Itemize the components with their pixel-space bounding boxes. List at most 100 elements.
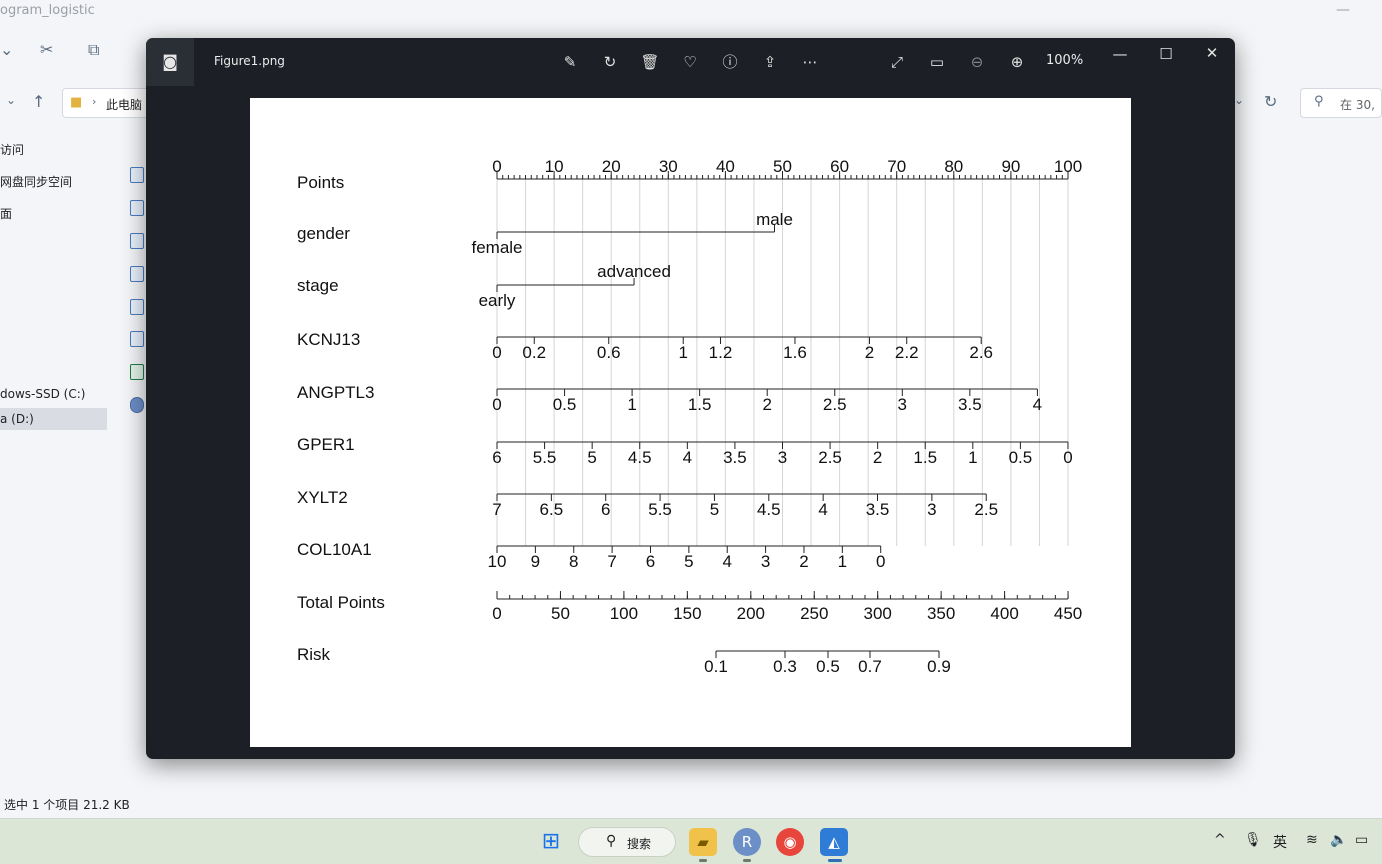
cut-icon[interactable]: ✂: [40, 40, 53, 59]
taskbar: ⊞ ⚲ 搜索 ▰ R ◉ ◭ ^ 🎙 英 ≋ 🔈 ▭: [0, 818, 1382, 864]
file-icon[interactable]: [130, 299, 144, 315]
tick-label: 1.6: [783, 343, 807, 362]
tick-label: 5: [710, 500, 719, 519]
viewer-toolbar: ◙ Figure1.png ✎ ↻ 🗑 ♡ ⓘ ⇪ ⋯ ⤢ ▭ ⊖ ⊕ 100%…: [146, 38, 1235, 86]
tick-label: 0.5: [553, 395, 577, 414]
file-icon[interactable]: [130, 331, 144, 347]
tick-label: 100: [610, 604, 638, 623]
tick-label: 2.2: [895, 343, 919, 362]
share-icon[interactable]: ⇪: [759, 51, 781, 73]
refresh-icon[interactable]: ↻: [1264, 92, 1277, 111]
tick-label: 7: [607, 552, 616, 571]
minimize-icon[interactable]: —: [1109, 43, 1131, 65]
tick-label: 4: [683, 448, 692, 467]
folder-icon: ■: [70, 95, 83, 110]
more-icon[interactable]: ⋯: [799, 51, 821, 73]
file-icon[interactable]: [130, 233, 144, 249]
tick-label: 1: [838, 552, 847, 571]
explorer-title: ogram_logistic: [0, 3, 95, 18]
tick-label: 300: [864, 604, 892, 623]
tick-label: 0.3: [773, 657, 797, 676]
excel-file-icon[interactable]: [130, 364, 144, 380]
row-label-total-points: Total Points: [297, 593, 385, 612]
nav-item-quick-access[interactable]: 访问: [0, 139, 107, 161]
row-label-kcnj13: KCNJ13: [297, 330, 360, 349]
tick-label: 0: [492, 604, 501, 623]
tick-label: 0.9: [927, 657, 951, 676]
tick-label: 50: [551, 604, 570, 623]
taskbar-search-label: 搜索: [627, 837, 652, 851]
chevron-icon[interactable]: ⌄: [0, 40, 13, 59]
edit-image-icon[interactable]: ✎: [559, 51, 581, 73]
rotate-icon[interactable]: ↻: [599, 51, 621, 73]
tick-label: 1: [627, 395, 636, 414]
breadcrumb-chevron-icon: ›: [92, 95, 97, 108]
tick-label: 4.5: [628, 448, 652, 467]
ime-indicator[interactable]: 英: [1273, 832, 1287, 852]
tick-label: 150: [673, 604, 701, 623]
breadcrumb-this-pc[interactable]: 此电脑: [106, 96, 142, 113]
tick-label: 6: [601, 500, 610, 519]
tick-label: 3.5: [723, 448, 747, 467]
r-icon[interactable]: R: [733, 828, 761, 856]
fullscreen-icon[interactable]: ⤢: [886, 51, 908, 73]
zoom-in-icon[interactable]: ⊕: [1006, 51, 1028, 73]
tick-label: female: [471, 238, 522, 257]
tick-label: 1.5: [913, 448, 937, 467]
start-icon[interactable]: ⊞: [537, 828, 565, 856]
battery-icon[interactable]: ▭: [1355, 832, 1368, 848]
chevron-up-icon[interactable]: ^: [1214, 832, 1226, 848]
close-icon[interactable]: ✕: [1201, 42, 1223, 64]
delete-icon[interactable]: 🗑: [639, 51, 661, 73]
wifi-icon[interactable]: ≋: [1306, 832, 1318, 848]
zoom-out-icon[interactable]: ⊖: [966, 51, 988, 73]
tick-label: 6.5: [540, 500, 564, 519]
tick-label: 2.6: [969, 343, 993, 362]
nav-item-desktop[interactable]: 面: [0, 203, 107, 225]
zoom-level[interactable]: 100%: [1046, 53, 1083, 68]
nav-item-c-drive[interactable]: dows-SSD (C:): [0, 383, 107, 405]
tick-label: 4: [722, 552, 731, 571]
up-arrow-icon[interactable]: ↑: [32, 92, 45, 111]
row-label-points: Points: [297, 173, 344, 192]
maximize-icon[interactable]: ☐: [1155, 43, 1177, 65]
active-indicator: [828, 859, 842, 862]
nav-item-d-drive[interactable]: a (D:): [0, 408, 107, 430]
copy-icon[interactable]: ⧉: [88, 40, 99, 60]
file-explorer-icon[interactable]: ▰: [689, 828, 717, 856]
row-label-col10a1: COL10A1: [297, 540, 372, 559]
microphone-icon[interactable]: 🎙: [1244, 832, 1262, 848]
tick-label: 0: [492, 157, 501, 176]
fit-icon[interactable]: ▭: [926, 51, 948, 73]
row-label-angptl3: ANGPTL3: [297, 383, 374, 402]
info-icon[interactable]: ⓘ: [719, 51, 741, 73]
tick-label: 200: [737, 604, 765, 623]
address-dropdown-icon[interactable]: ⌄: [1234, 93, 1244, 107]
photos-icon[interactable]: ◭: [820, 828, 848, 856]
tick-label: 2: [873, 448, 882, 467]
search-placeholder: 在 30,: [1340, 98, 1375, 112]
file-icon[interactable]: [130, 200, 144, 216]
tick-label: 10: [545, 157, 564, 176]
chevron-down-icon[interactable]: ⌄: [6, 93, 16, 107]
tick-label: 0: [492, 395, 501, 414]
tick-label: 4.5: [757, 500, 781, 519]
file-icon[interactable]: [130, 266, 144, 282]
explorer-minimize-icon[interactable]: —: [1336, 2, 1350, 18]
tick-label: 0.1: [704, 657, 728, 676]
chrome-icon[interactable]: ◉: [776, 828, 804, 856]
nav-item-cloud-sync[interactable]: 网盘同步空间: [0, 171, 107, 193]
status-bar: 选中 1 个项目 21.2 KB: [4, 798, 130, 812]
favorite-icon[interactable]: ♡: [679, 51, 701, 73]
r-file-icon[interactable]: [130, 397, 144, 413]
tick-label: 50: [773, 157, 792, 176]
photos-app-icon[interactable]: ◙: [146, 38, 194, 86]
tick-label: 80: [944, 157, 963, 176]
tick-label: 3.5: [958, 395, 982, 414]
tick-label: 250: [800, 604, 828, 623]
file-icon[interactable]: [130, 167, 144, 183]
volume-icon[interactable]: 🔈: [1330, 832, 1347, 848]
tick-label: 1: [678, 343, 687, 362]
photo-viewer-window: ◙ Figure1.png ✎ ↻ 🗑 ♡ ⓘ ⇪ ⋯ ⤢ ▭ ⊖ ⊕ 100%…: [146, 38, 1235, 759]
tick-label: 30: [659, 157, 678, 176]
